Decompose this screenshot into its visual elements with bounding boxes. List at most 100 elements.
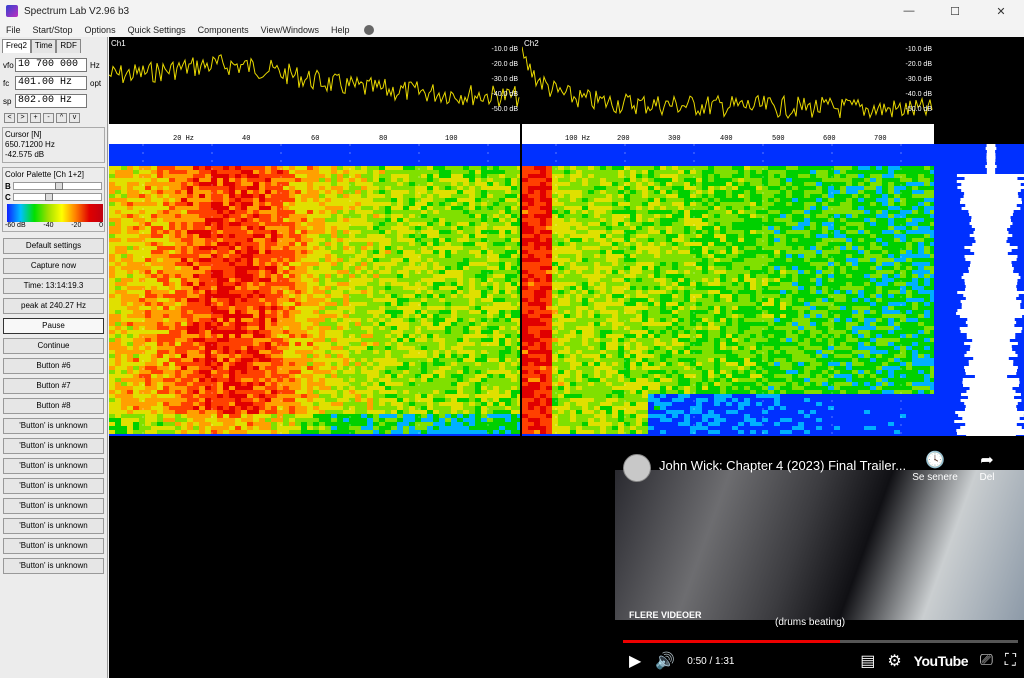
- menu-components[interactable]: Components: [192, 25, 255, 35]
- up-button[interactable]: ^: [56, 113, 67, 123]
- brightness-slider[interactable]: [12, 182, 102, 190]
- panel-button[interactable]: 'Button' is unknown: [3, 438, 104, 454]
- ch2-freq-label: 200: [617, 135, 630, 143]
- menu-view-windows[interactable]: View/Windows: [255, 25, 325, 35]
- palette-label-min: -60 dB: [5, 222, 26, 229]
- panel-button[interactable]: Button #7: [3, 378, 104, 394]
- step-right-button[interactable]: >: [17, 113, 28, 123]
- sp-input[interactable]: 802.00 Hz: [15, 94, 87, 108]
- volume-icon[interactable]: 🔊: [655, 651, 675, 671]
- vfo-input[interactable]: 10 700 000: [15, 58, 87, 72]
- panel-button[interactable]: 'Button' is unknown: [3, 458, 104, 474]
- ch2-freq-label: 100 Hz: [565, 135, 591, 143]
- ch2-db-20: -20.0 dB: [905, 61, 932, 68]
- minimize-button[interactable]: —: [886, 0, 932, 22]
- ch2-spectrum[interactable]: Ch2 -10.0 dB -20.0 dB -30.0 dB -40.0 dB …: [522, 37, 934, 131]
- step-left-button[interactable]: <: [4, 113, 15, 123]
- button-list: Default settings Capture now Time: 13:14:1…: [0, 238, 107, 574]
- palette-label-max: 0: [99, 222, 103, 229]
- menu-quick-settings[interactable]: Quick Settings: [122, 25, 192, 35]
- share-button[interactable]: ➦ Del: [957, 450, 1017, 483]
- ch1-db-10: -10.0 dB: [491, 46, 518, 53]
- palette-label-40: -40: [43, 222, 54, 229]
- fullscreen-icon[interactable]: ⛶: [1005, 652, 1016, 670]
- zoom-in-button[interactable]: +: [30, 113, 41, 123]
- tab-rdf[interactable]: RDF: [56, 39, 81, 53]
- ch2-freq-label: 700: [874, 135, 887, 143]
- ch2-waterfall[interactable]: [522, 144, 934, 436]
- share-icon: ➦: [980, 452, 994, 469]
- menu-file[interactable]: File: [0, 25, 27, 35]
- video-title[interactable]: John Wick: Chapter 4 (2023) Final Traile…: [659, 458, 906, 473]
- ch2-freq-label: 500: [772, 135, 785, 143]
- panel-button[interactable]: 'Button' is unknown: [3, 518, 104, 534]
- cursor-level: -42.575 dB: [5, 150, 45, 159]
- app-icon: [6, 5, 18, 17]
- panel-button[interactable]: Pause: [3, 318, 104, 334]
- play-icon[interactable]: ▶: [629, 651, 641, 671]
- level-histogram: [934, 144, 1024, 436]
- close-button[interactable]: ✕: [978, 0, 1024, 22]
- color-palette-bar[interactable]: [7, 204, 103, 222]
- video-frame[interactable]: [615, 470, 1024, 620]
- ch1-db-20: -20.0 dB: [491, 61, 518, 68]
- more-videos-label[interactable]: FLERE VIDEOER: [629, 610, 702, 620]
- watch-later-button[interactable]: 🕓 Se senere: [905, 450, 965, 483]
- progress-bar[interactable]: [623, 640, 1018, 643]
- menu-options[interactable]: Options: [79, 25, 122, 35]
- progress-fill: [623, 640, 841, 643]
- palette-title: Color Palette [Ch 1+2]: [5, 170, 84, 179]
- panel-button[interactable]: 'Button' is unknown: [3, 478, 104, 494]
- panel-button[interactable]: 'Button' is unknown: [3, 558, 104, 574]
- ch2-freq-label: 400: [720, 135, 733, 143]
- contrast-slider-thumb[interactable]: [45, 193, 54, 201]
- settings-gear-icon[interactable]: ⚙: [887, 651, 901, 671]
- down-button[interactable]: v: [69, 113, 80, 123]
- cast-icon[interactable]: ⎚: [980, 652, 993, 670]
- panel-button[interactable]: Continue: [3, 338, 104, 354]
- control-panel: Freq2 Time RDF vfo 10 700 000 Hz fc 401.…: [0, 37, 108, 678]
- fc-input[interactable]: 401.00 Hz: [15, 76, 87, 90]
- captions-icon[interactable]: ▤: [860, 651, 875, 671]
- record-indicator-icon[interactable]: [363, 24, 374, 35]
- ch1-frequency-scale: 20 Hz 40 60 80 100: [109, 124, 520, 144]
- panel-button[interactable]: 'Button' is unknown: [3, 498, 104, 514]
- channel-avatar[interactable]: [623, 454, 651, 482]
- panel-button[interactable]: 'Button' is unknown: [3, 418, 104, 434]
- ch1-freq-label: 60: [311, 135, 320, 143]
- youtube-logo[interactable]: YouTube: [914, 653, 969, 669]
- zoom-out-button[interactable]: -: [43, 113, 54, 123]
- ch1-freq-label: 20 Hz: [173, 135, 195, 143]
- panel-button[interactable]: Time: 13:14:19.3: [3, 278, 104, 294]
- fc-label: fc: [3, 78, 10, 88]
- panel-button[interactable]: Default settings: [3, 238, 104, 254]
- share-label: Del: [979, 472, 995, 483]
- maximize-button[interactable]: ☐: [932, 0, 978, 22]
- panel-button[interactable]: Button #8: [3, 398, 104, 414]
- panel-button[interactable]: Capture now: [3, 258, 104, 274]
- watch-later-label: Se senere: [912, 472, 958, 483]
- ch1-waterfall[interactable]: [109, 144, 520, 436]
- ch2-db-40: -40.0 dB: [905, 91, 932, 98]
- video-player[interactable]: John Wick: Chapter 4 (2023) Final Traile…: [615, 450, 1024, 678]
- opt-button[interactable]: opt: [90, 79, 101, 88]
- ch2-db-30: -30.0 dB: [905, 76, 932, 83]
- tab-freq2[interactable]: Freq2: [2, 39, 31, 53]
- panel-button[interactable]: 'Button' is unknown: [3, 538, 104, 554]
- vfo-label: vfo: [3, 60, 14, 70]
- ch1-trace: [109, 54, 520, 108]
- contrast-slider[interactable]: [12, 193, 102, 201]
- ch1-db-50: -50.0 dB: [491, 106, 518, 113]
- ch2-freq-label: 600: [823, 135, 836, 143]
- ch1-db-40: -40.0 dB: [491, 91, 518, 98]
- brightness-slider-thumb[interactable]: [54, 182, 63, 190]
- menu-help[interactable]: Help: [325, 25, 356, 35]
- ch1-spectrum[interactable]: Ch1 -10.0 dB -20.0 dB -30.0 dB -40.0 dB …: [109, 37, 520, 131]
- panel-button[interactable]: peak at 240.27 Hz: [3, 298, 104, 314]
- color-palette-group: Color Palette [Ch 1+2] B C -60 dB -40 -2…: [2, 167, 105, 232]
- sp-label: sp: [3, 96, 12, 106]
- menu-start-stop[interactable]: Start/Stop: [27, 25, 79, 35]
- tab-time[interactable]: Time: [30, 39, 57, 53]
- panel-button[interactable]: Button #6: [3, 358, 104, 374]
- ch1-freq-label: 100: [445, 135, 458, 143]
